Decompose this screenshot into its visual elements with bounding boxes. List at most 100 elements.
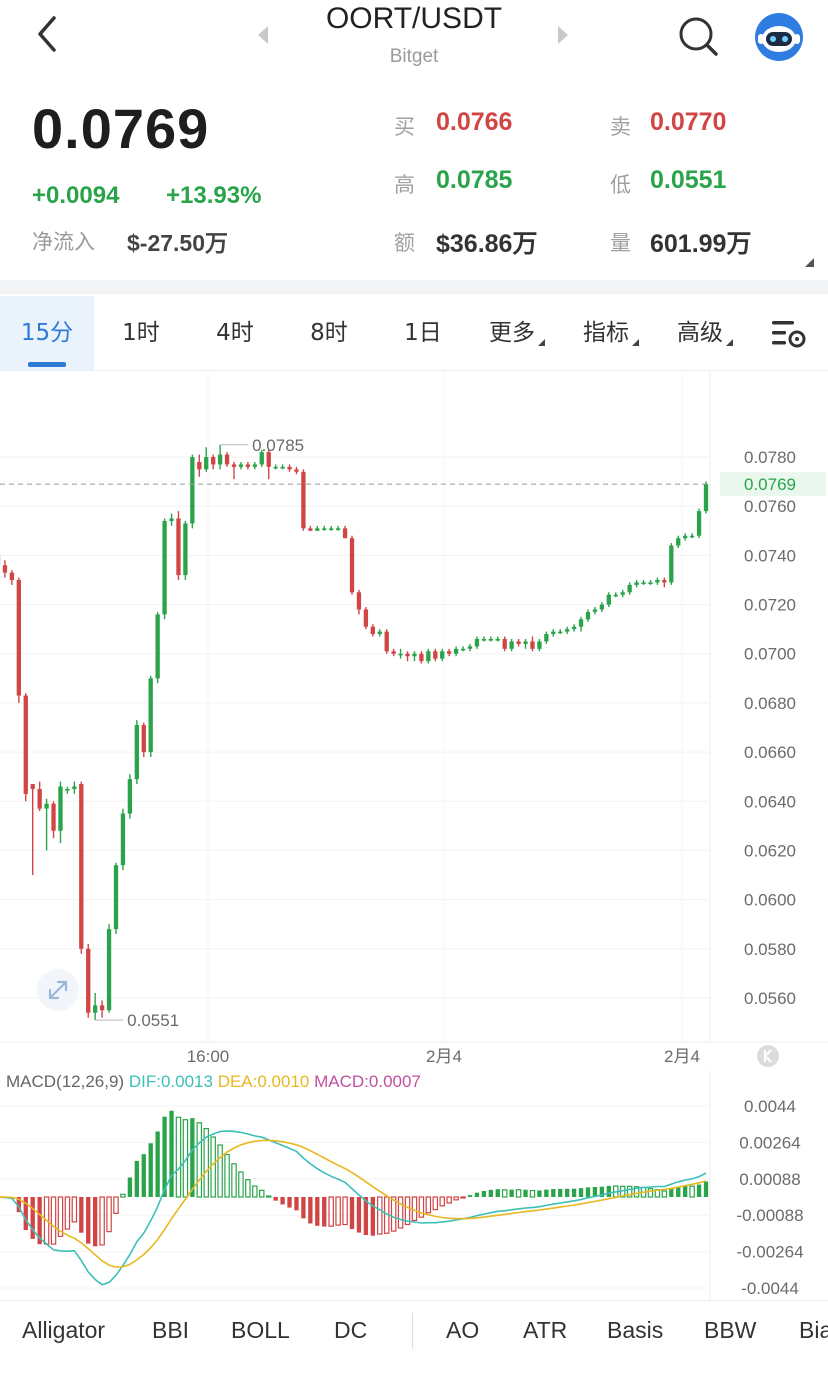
candle-body	[544, 634, 549, 642]
candle-body	[280, 466, 285, 469]
macd-histogram-bar	[529, 1189, 536, 1198]
candle-body	[523, 641, 528, 644]
macd-histogram-bar	[238, 1171, 244, 1198]
macd-histogram-bar	[689, 1185, 695, 1198]
tab-label: 1时	[122, 320, 160, 346]
candle-body	[530, 641, 535, 649]
macd-histogram-bar	[411, 1196, 418, 1222]
indicator-atr[interactable]: ATR	[523, 1317, 567, 1344]
macd-histogram-bar	[322, 1197, 327, 1227]
candle-body	[447, 651, 452, 654]
indicator-alligator[interactable]: Alligator	[22, 1317, 105, 1344]
indicator-bias[interactable]: Bia	[799, 1317, 828, 1344]
macd-histogram-bar	[537, 1190, 542, 1197]
candle-body	[176, 518, 181, 576]
indicator-bbw[interactable]: BBW	[704, 1317, 756, 1344]
macd-tick-label: 0.0044	[744, 1097, 796, 1116]
active-tab-indicator	[28, 362, 66, 367]
indicator-dc[interactable]: DC	[334, 1317, 367, 1344]
chart-settings-icon[interactable]	[770, 318, 808, 350]
candle-body	[460, 648, 466, 651]
macd-histogram-bar	[425, 1196, 432, 1214]
macd-histogram-bar	[683, 1185, 688, 1197]
candle-body	[217, 454, 223, 465]
macd-histogram-bar	[259, 1189, 265, 1198]
tab-label: 更多	[489, 320, 535, 346]
macd-histogram-bar	[418, 1196, 425, 1218]
candle-body	[44, 803, 49, 809]
candle-body	[613, 594, 618, 597]
volume-value: 601.99万	[650, 230, 752, 258]
macd-histogram-bar	[397, 1196, 404, 1229]
indicator-basis[interactable]: Basis	[607, 1317, 663, 1344]
indicator-bbi[interactable]: BBI	[152, 1317, 189, 1344]
turnover-label: 额	[394, 231, 415, 255]
candle-body	[231, 464, 237, 467]
time-tick-label: 16:00	[187, 1047, 230, 1066]
macd-histogram-bar	[120, 1193, 126, 1198]
indicator-bar: Alligator BBI BOLL DC AO ATR Basis BBW B…	[0, 1300, 828, 1365]
macd-histogram-bar	[190, 1118, 195, 1197]
expand-ticker-icon[interactable]	[805, 258, 814, 267]
candle-body	[99, 1005, 105, 1011]
candle-body	[113, 865, 119, 930]
indicator-boll[interactable]: BOLL	[231, 1317, 290, 1344]
candle-body	[162, 520, 167, 615]
candle-body	[426, 651, 431, 662]
macd-histogram-bar	[50, 1196, 57, 1245]
macd-histogram-bar	[558, 1188, 563, 1197]
time-tick-label: 2月4	[664, 1047, 700, 1066]
macd-title: MACD(12,26,9)	[6, 1072, 125, 1091]
indicator-ao[interactable]: AO	[446, 1317, 479, 1344]
candle-body	[634, 582, 639, 585]
tab-4h[interactable]: 4时	[188, 296, 282, 370]
candle-body	[599, 604, 605, 610]
candle-body	[322, 528, 327, 530]
candle-body	[662, 579, 667, 583]
candle-body	[676, 538, 681, 546]
candle-body	[565, 629, 570, 632]
tab-label: 1日	[404, 320, 442, 346]
last-price: 0.0769	[32, 97, 210, 160]
candle-body	[627, 584, 632, 593]
search-icon[interactable]	[676, 14, 720, 58]
candle-body	[72, 786, 77, 789]
macd-histogram-bar	[280, 1197, 285, 1205]
tab-1d[interactable]: 1日	[376, 296, 470, 370]
candle-body	[51, 803, 56, 831]
macd-histogram-bar	[571, 1188, 577, 1197]
candle-body	[93, 1005, 98, 1013]
macd-histogram-bar	[446, 1196, 452, 1204]
candle-body	[516, 641, 521, 644]
scroll-latest-icon	[757, 1045, 779, 1067]
next-pair-icon[interactable]	[558, 26, 568, 44]
fullscreen-icon[interactable]	[36, 968, 80, 1012]
macd-histogram-bar	[647, 1187, 654, 1198]
tab-15m[interactable]: 15分	[0, 296, 94, 370]
tab-1h[interactable]: 1时	[94, 296, 188, 370]
macd-histogram-bar	[134, 1160, 139, 1197]
macd-tick-label: -0.0044	[741, 1279, 799, 1298]
candle-body	[356, 592, 362, 610]
macd-histogram-bar	[696, 1184, 702, 1197]
candle-body	[224, 454, 230, 465]
macd-histogram-bar	[565, 1188, 570, 1197]
price-chart[interactable]: 0.0780 0.0760 0.0740 0.0720 0.0700 0.0680 0.06…	[0, 370, 828, 1300]
robot-avatar-icon[interactable]	[754, 12, 804, 62]
tab-more[interactable]: 更多	[470, 296, 564, 370]
tab-advanced[interactable]: 高级	[658, 296, 752, 370]
candle-body	[245, 464, 251, 467]
tab-indicators[interactable]: 指标	[564, 296, 658, 370]
candle-body	[252, 464, 257, 467]
candle-body	[16, 579, 21, 696]
price-tick-label: 0.0720	[744, 596, 796, 615]
macd-histogram-bar	[335, 1196, 341, 1226]
macd-histogram-bar	[523, 1189, 528, 1197]
candle-body	[363, 609, 369, 627]
macd-histogram-bar	[544, 1189, 549, 1197]
macd-histogram-bar	[370, 1197, 375, 1236]
macd-histogram-bar	[273, 1197, 278, 1201]
candle-body	[689, 535, 695, 538]
tab-8h[interactable]: 8时	[282, 296, 376, 370]
macd-histogram-bar	[93, 1197, 98, 1247]
